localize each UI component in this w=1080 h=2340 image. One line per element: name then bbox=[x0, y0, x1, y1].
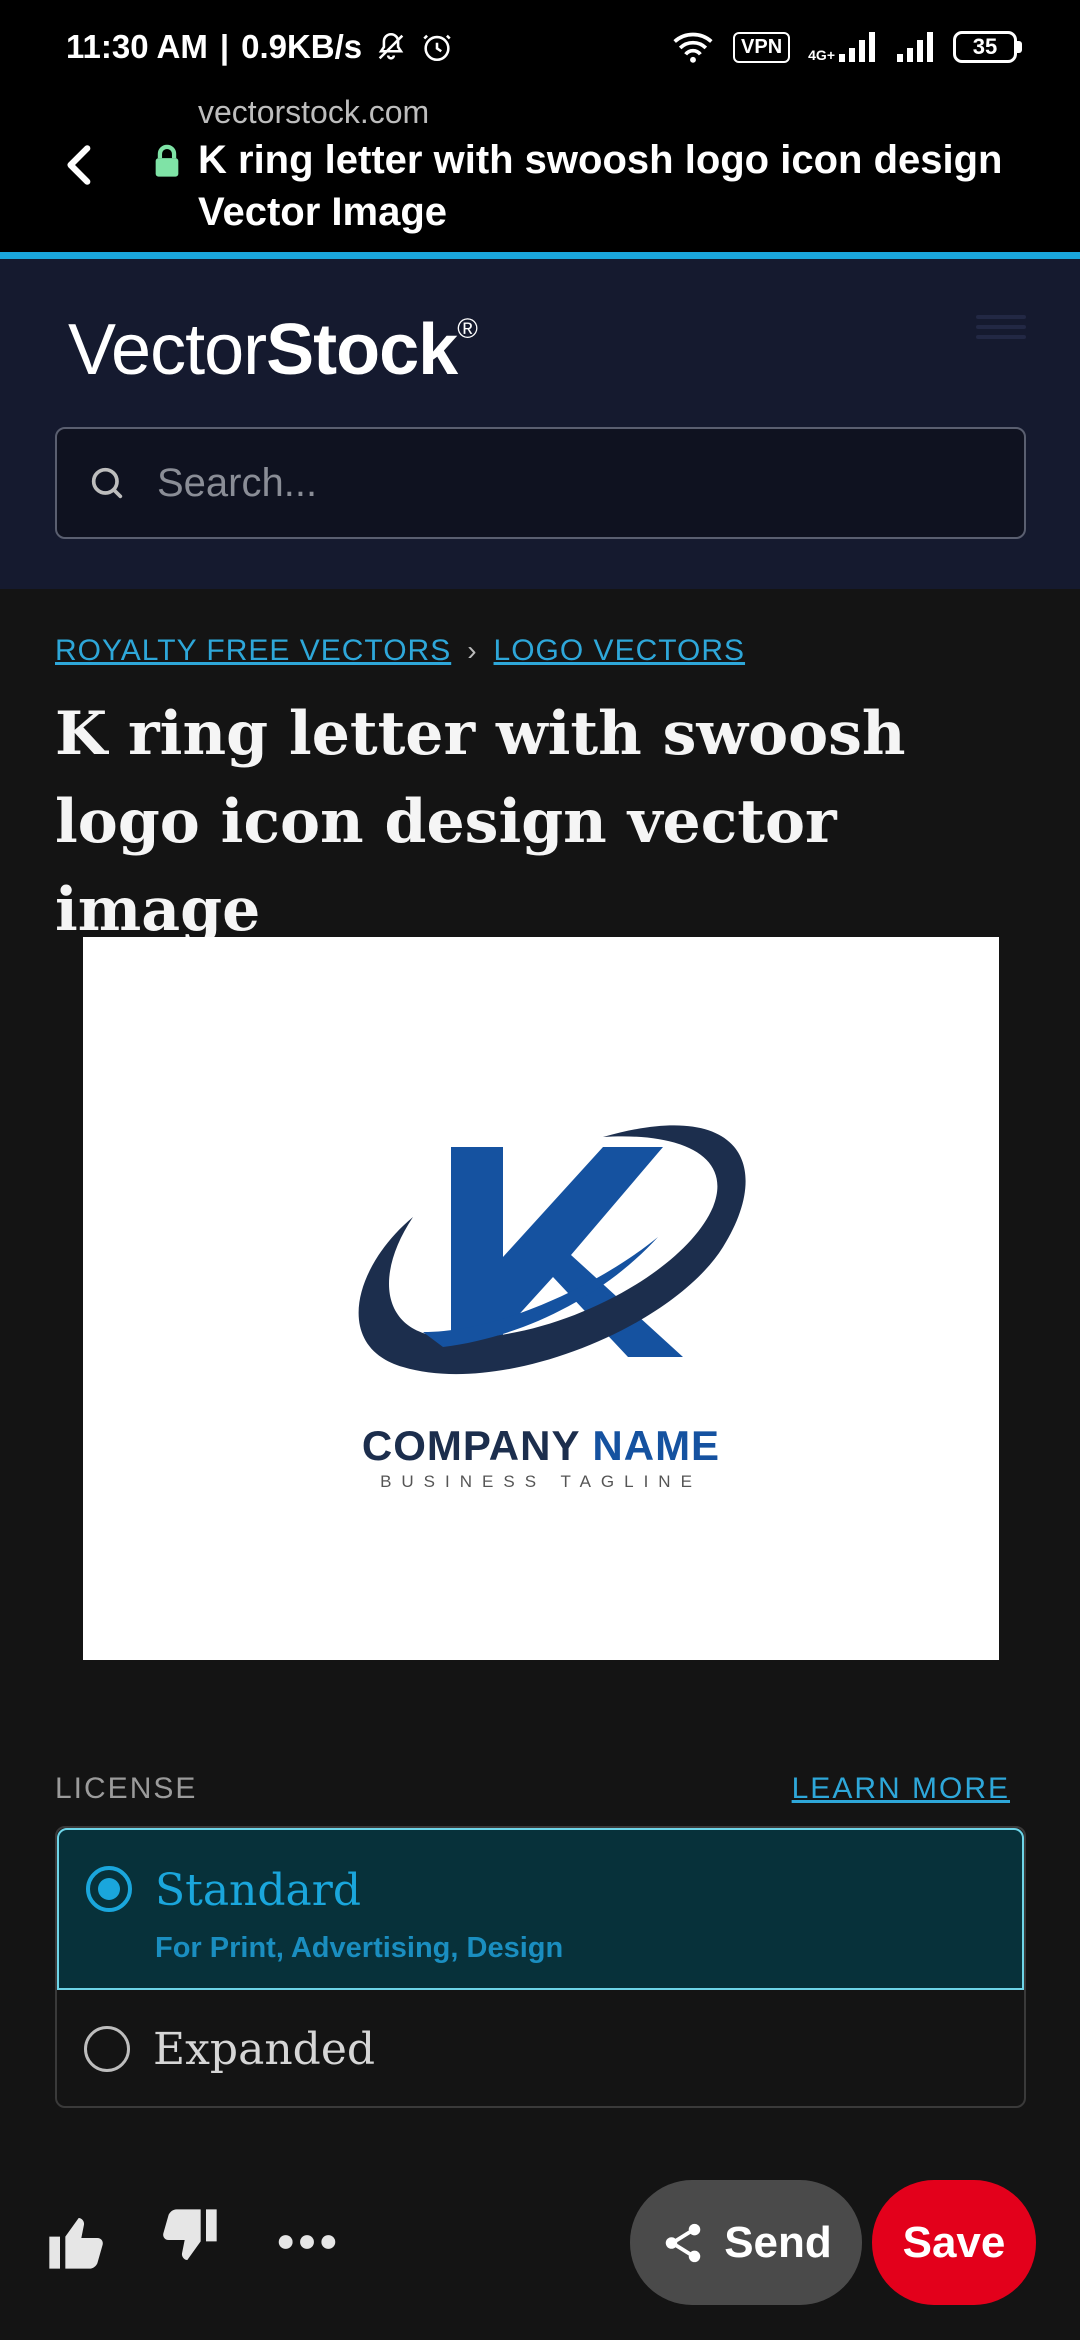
vpn-badge: VPN bbox=[733, 31, 791, 63]
page-progress-line bbox=[0, 252, 1080, 259]
search-input[interactable] bbox=[157, 429, 1024, 537]
breadcrumb-separator: › bbox=[467, 635, 478, 666]
thumbs-up-icon[interactable] bbox=[44, 2210, 108, 2274]
license-option-expanded[interactable]: Expanded bbox=[57, 1990, 1024, 2106]
more-options-icon[interactable] bbox=[275, 2210, 339, 2274]
battery-icon: 35 bbox=[953, 31, 1022, 63]
mute-bell-icon bbox=[378, 32, 404, 60]
radio-standard[interactable] bbox=[86, 1866, 132, 1912]
status-time: 11:30 AM bbox=[66, 28, 208, 65]
option-title-standard: Standard bbox=[155, 1865, 361, 1916]
back-arrow-icon[interactable] bbox=[56, 140, 106, 190]
logo-text-light: Vector bbox=[68, 310, 267, 390]
option-subtitle-standard: For Print, Advertising, Design bbox=[155, 1932, 564, 1964]
send-button[interactable]: Send bbox=[630, 2180, 862, 2305]
share-icon bbox=[665, 2223, 701, 2262]
breadcrumb-logo-vectors[interactable]: LOGO VECTORS bbox=[494, 634, 746, 668]
signal-icon-4g: 4G+ bbox=[808, 32, 877, 62]
bottom-action-bar: Send Save bbox=[0, 2140, 1080, 2340]
signal-icon bbox=[897, 32, 933, 62]
name-word: NAME bbox=[592, 1422, 721, 1469]
company-name-text: COMPANY NAME bbox=[83, 1422, 999, 1470]
breadcrumb-royalty-free-vectors[interactable]: ROYALTY FREE VECTORS bbox=[55, 634, 451, 668]
hamburger-menu-icon[interactable] bbox=[976, 309, 1026, 349]
radio-expanded[interactable] bbox=[84, 2026, 130, 2072]
k-swoosh-logo-graphic bbox=[358, 1125, 746, 1375]
browser-title: K ring letter with swoosh logo icon desi… bbox=[198, 138, 1003, 234]
vector-preview-image[interactable]: COMPANY NAME BUSINESS TAGLINE bbox=[83, 937, 999, 1660]
lock-icon bbox=[155, 144, 179, 177]
battery-level: 35 bbox=[953, 31, 1017, 63]
network-type: 4G+ bbox=[808, 47, 835, 63]
search-icon bbox=[91, 467, 123, 499]
vectorstock-logo[interactable]: VectorStock® bbox=[68, 309, 478, 391]
thumbs-down-icon[interactable] bbox=[158, 2204, 222, 2268]
search-box[interactable] bbox=[55, 427, 1026, 539]
license-options: Standard For Print, Advertising, Design … bbox=[55, 1826, 1026, 2108]
learn-more-link[interactable]: LEARN MORE bbox=[792, 1772, 1010, 1806]
status-speed: 0.9KB/s bbox=[241, 28, 363, 65]
company-word: COMPANY bbox=[361, 1422, 580, 1469]
alarm-icon bbox=[423, 34, 451, 62]
logo-text-bold: Stock bbox=[266, 310, 458, 390]
tagline-text: BUSINESS TAGLINE bbox=[380, 1472, 702, 1491]
page-title: K ring letter with swoosh logo icon desi… bbox=[55, 699, 906, 945]
browser-domain: vectorstock.com bbox=[198, 94, 430, 130]
browser-header: vectorstock.com K ring letter with swoos… bbox=[0, 94, 1080, 252]
send-label: Send bbox=[724, 2217, 832, 2267]
license-option-standard[interactable]: Standard For Print, Advertising, Design bbox=[57, 1828, 1024, 1990]
option-title-expanded: Expanded bbox=[153, 2024, 376, 2075]
breadcrumb: ROYALTY FREE VECTORS › LOGO VECTORS bbox=[55, 634, 745, 668]
wifi-icon bbox=[673, 32, 713, 63]
logo-registered-mark: ® bbox=[457, 313, 478, 344]
save-button[interactable]: Save bbox=[872, 2180, 1036, 2305]
site-header: VectorStock® bbox=[0, 259, 1080, 589]
license-label: LICENSE bbox=[55, 1772, 198, 1805]
save-label: Save bbox=[902, 2217, 1006, 2267]
app-screen: 11:30 AM | 0.9KB/s VPN 4G+ 35 vectorstoc… bbox=[0, 0, 1080, 2340]
status-bar: 11:30 AM | 0.9KB/s VPN 4G+ 35 bbox=[0, 0, 1080, 94]
